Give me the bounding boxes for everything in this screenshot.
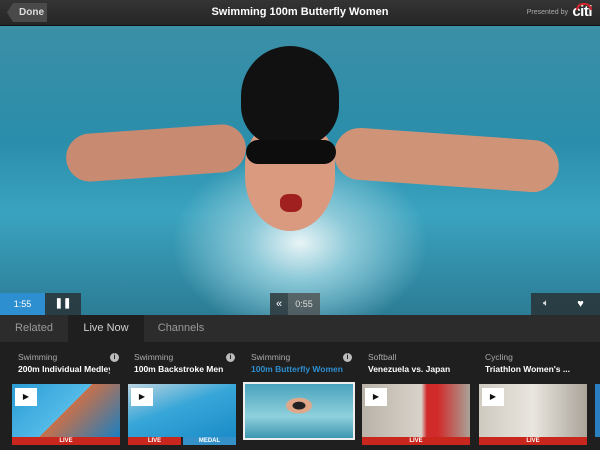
remaining-time: 0:55 (288, 293, 320, 315)
info-icon[interactable]: i (226, 353, 235, 362)
thumbnail[interactable]: ▶ (128, 384, 236, 437)
presented-by-label: Presented by (526, 9, 568, 16)
play-icon[interactable]: ▶ (131, 388, 153, 406)
tab-channels[interactable]: Channels (144, 315, 218, 342)
top-bar: Done Swimming 100m Butterfly Women Prese… (0, 0, 600, 26)
info-icon[interactable]: i (110, 353, 119, 362)
thumbnail[interactable]: ▶ (479, 384, 587, 437)
video-player[interactable] (0, 26, 600, 315)
live-badge: LIVE (128, 437, 181, 445)
tab-live-now[interactable]: Live Now (68, 315, 144, 342)
volume-icon[interactable]: 🔈︎ (531, 293, 561, 315)
play-icon[interactable]: ▶ (365, 388, 387, 406)
play-icon[interactable]: ▶ (15, 388, 37, 406)
card-event: 100m Butterfly Women (251, 364, 343, 374)
rewind-icon[interactable]: « (270, 293, 288, 315)
video-frame (332, 126, 561, 194)
card-sport: Cycling (485, 352, 513, 362)
video-frame (246, 140, 336, 164)
thumbnail[interactable]: ▶ (12, 384, 120, 437)
page-title: Swimming 100m Butterfly Women (211, 6, 389, 18)
live-badge: LIVE (362, 437, 470, 445)
medal-badge: MEDAL (183, 437, 236, 445)
card-event: 100m Backstroke Men (134, 364, 224, 374)
info-icon[interactable]: i (343, 353, 352, 362)
card-event: Triathlon Women's ... (485, 364, 570, 374)
live-badge: LIVE (12, 437, 120, 445)
card-event: Venezuela vs. Japan (368, 364, 451, 374)
card-sport: Swimming (134, 352, 174, 362)
play-icon[interactable]: ▶ (482, 388, 504, 406)
player-controls: 1:55 ❚❚ « 0:55 🔈︎ ♥ (0, 293, 600, 315)
current-time: 1:55 (0, 293, 45, 315)
card-sport: Softball (368, 352, 397, 362)
pause-icon[interactable]: ❚❚ (45, 293, 81, 315)
sponsor-logo: citi (572, 3, 592, 20)
video-frame (64, 122, 248, 184)
heart-icon[interactable]: ♥ (561, 293, 600, 315)
video-frame (241, 46, 339, 146)
card-sport: Swimming (251, 352, 291, 362)
video-frame (280, 194, 302, 212)
next-card-peek (595, 384, 600, 437)
tab-related[interactable]: Related (0, 315, 68, 342)
thumbnail[interactable]: ▶ (362, 384, 470, 437)
card-sport: Swimming (18, 352, 58, 362)
tab-bar: Related Live Now Channels (0, 315, 600, 342)
thumbnail[interactable] (243, 382, 355, 440)
card-event: 200m Individual Medley Wo... (18, 364, 110, 374)
live-badge: LIVE (479, 437, 587, 445)
